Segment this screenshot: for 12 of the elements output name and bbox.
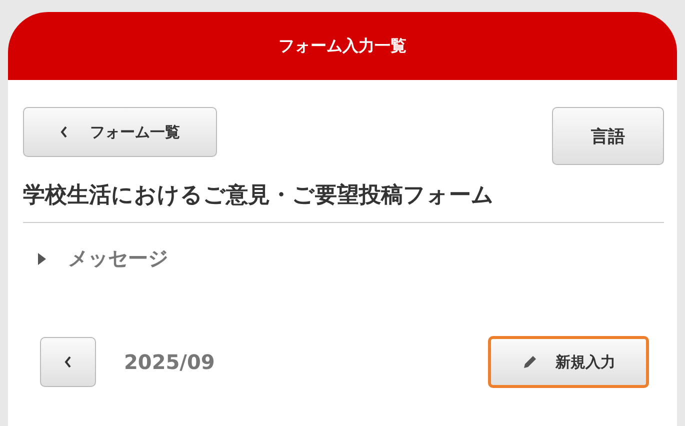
previous-month-button[interactable]: [40, 337, 96, 387]
caret-icon: [38, 252, 46, 264]
month-label: 2025/09: [124, 350, 215, 374]
pencil-icon: [522, 354, 538, 370]
back-button[interactable]: フォーム一覧: [23, 107, 217, 157]
message-toggle[interactable]: メッセージ: [38, 245, 168, 272]
chevron-left-icon: [64, 356, 72, 368]
language-button[interactable]: 言語: [552, 107, 664, 165]
new-entry-button[interactable]: 新規入力: [488, 336, 649, 388]
chevron-left-icon: [60, 126, 68, 138]
form-title: 学校生活におけるご意見・ご要望投稿フォーム: [23, 182, 495, 210]
header-title: フォーム入力一覧: [278, 36, 406, 56]
